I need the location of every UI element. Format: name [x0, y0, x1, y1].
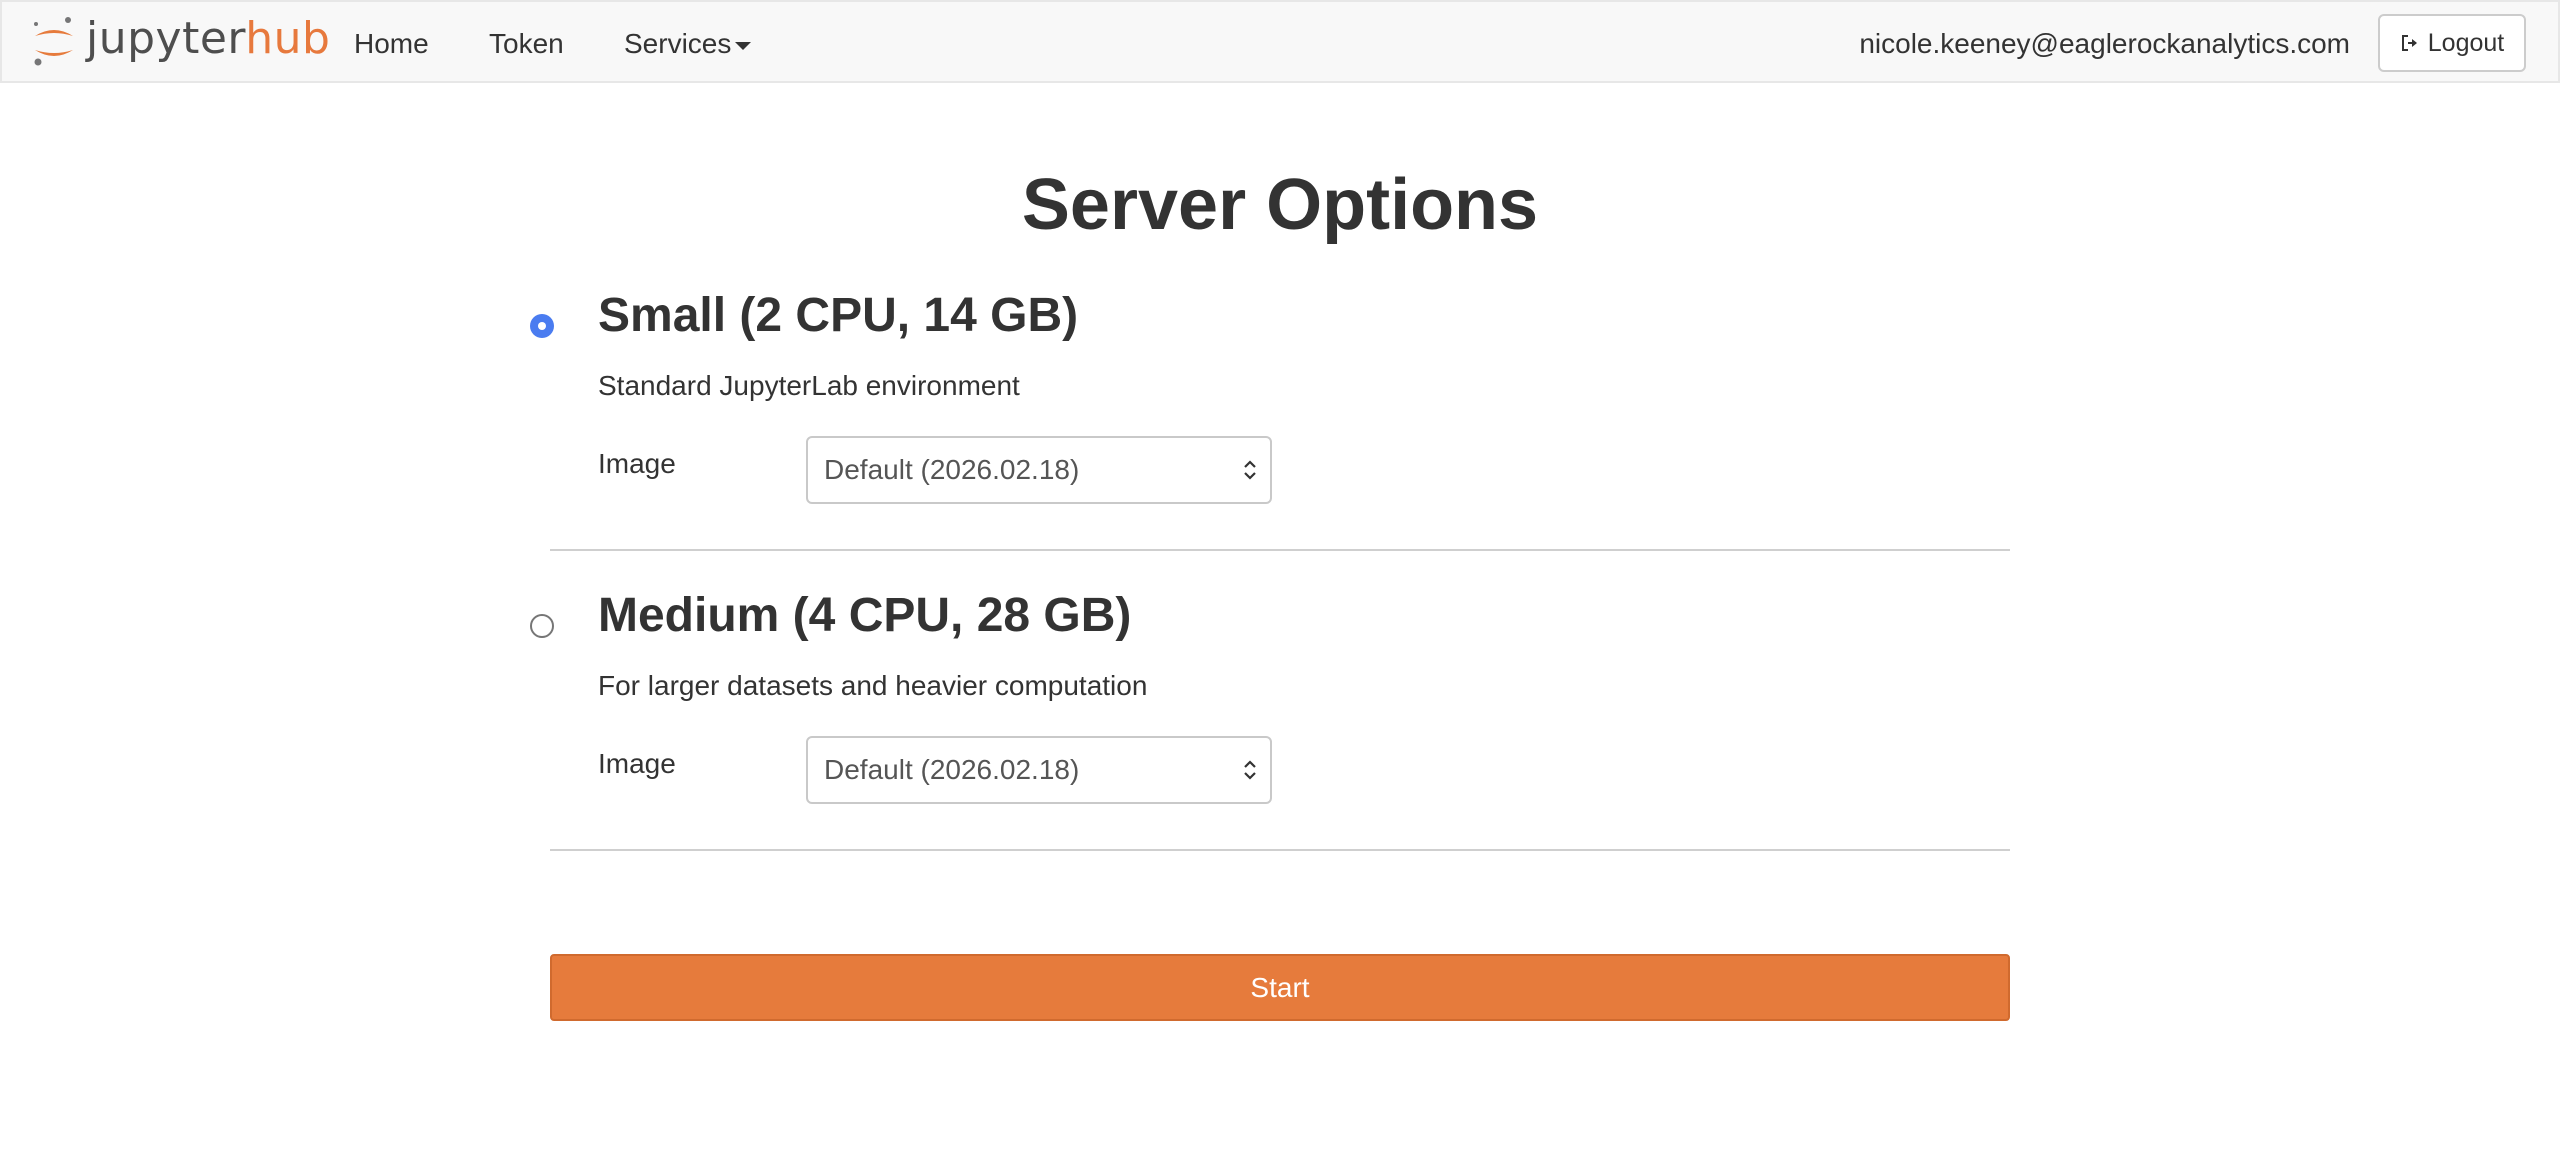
image-label: Image — [598, 448, 676, 479]
nav-token[interactable]: Token — [489, 2, 564, 85]
jupyterhub-logo[interactable]: jupyterhub — [32, 12, 330, 72]
navbar: jupyterhub Home Token Services nicole.ke… — [0, 0, 2560, 83]
image-select-medium[interactable]: Default (2026.02.18) — [806, 736, 1272, 804]
option-name: Small (2 CPU, 14 GB) — [598, 289, 1079, 342]
nav-services-dropdown[interactable]: Services — [624, 2, 752, 85]
image-select-value: Default (2026.02.18) — [824, 454, 1080, 485]
user-email: nicole.keeney@eaglerockanalytics.com — [1859, 27, 2350, 59]
page-title: Server Options — [1021, 165, 1539, 245]
image-select-small[interactable]: Default (2026.02.18) — [806, 436, 1272, 504]
option-radio-small[interactable] — [530, 314, 554, 338]
select-arrows-icon — [1242, 758, 1258, 782]
nav-services-label: Services — [624, 27, 732, 59]
sign-out-icon — [2400, 33, 2420, 53]
brand-name-hub: hub — [245, 12, 331, 64]
brand-name: jupyterhub — [86, 13, 330, 64]
logout-button[interactable]: Logout — [2378, 14, 2526, 72]
option-description: For larger datasets and heavier computat… — [598, 670, 1148, 701]
option-radio-medium[interactable] — [530, 614, 554, 638]
caret-down-icon — [735, 41, 752, 50]
start-button[interactable]: Start — [550, 954, 2010, 1021]
option-description: Standard JupyterLab environment — [598, 370, 1020, 401]
logout-label: Logout — [2427, 28, 2505, 57]
option-divider — [550, 849, 2010, 851]
nav-token-label: Token — [489, 27, 564, 59]
start-label: Start — [1250, 971, 1310, 1003]
option-divider — [550, 549, 2010, 551]
select-arrows-icon — [1242, 458, 1258, 482]
option-name: Medium (4 CPU, 28 GB) — [598, 589, 1132, 642]
nav-home[interactable]: Home — [354, 2, 429, 85]
nav-home-label: Home — [354, 27, 429, 59]
jupyter-logo-icon — [32, 14, 76, 70]
image-label: Image — [598, 748, 676, 779]
image-select-value: Default (2026.02.18) — [824, 754, 1080, 785]
brand-name-jupyter: jupyter — [86, 12, 246, 64]
